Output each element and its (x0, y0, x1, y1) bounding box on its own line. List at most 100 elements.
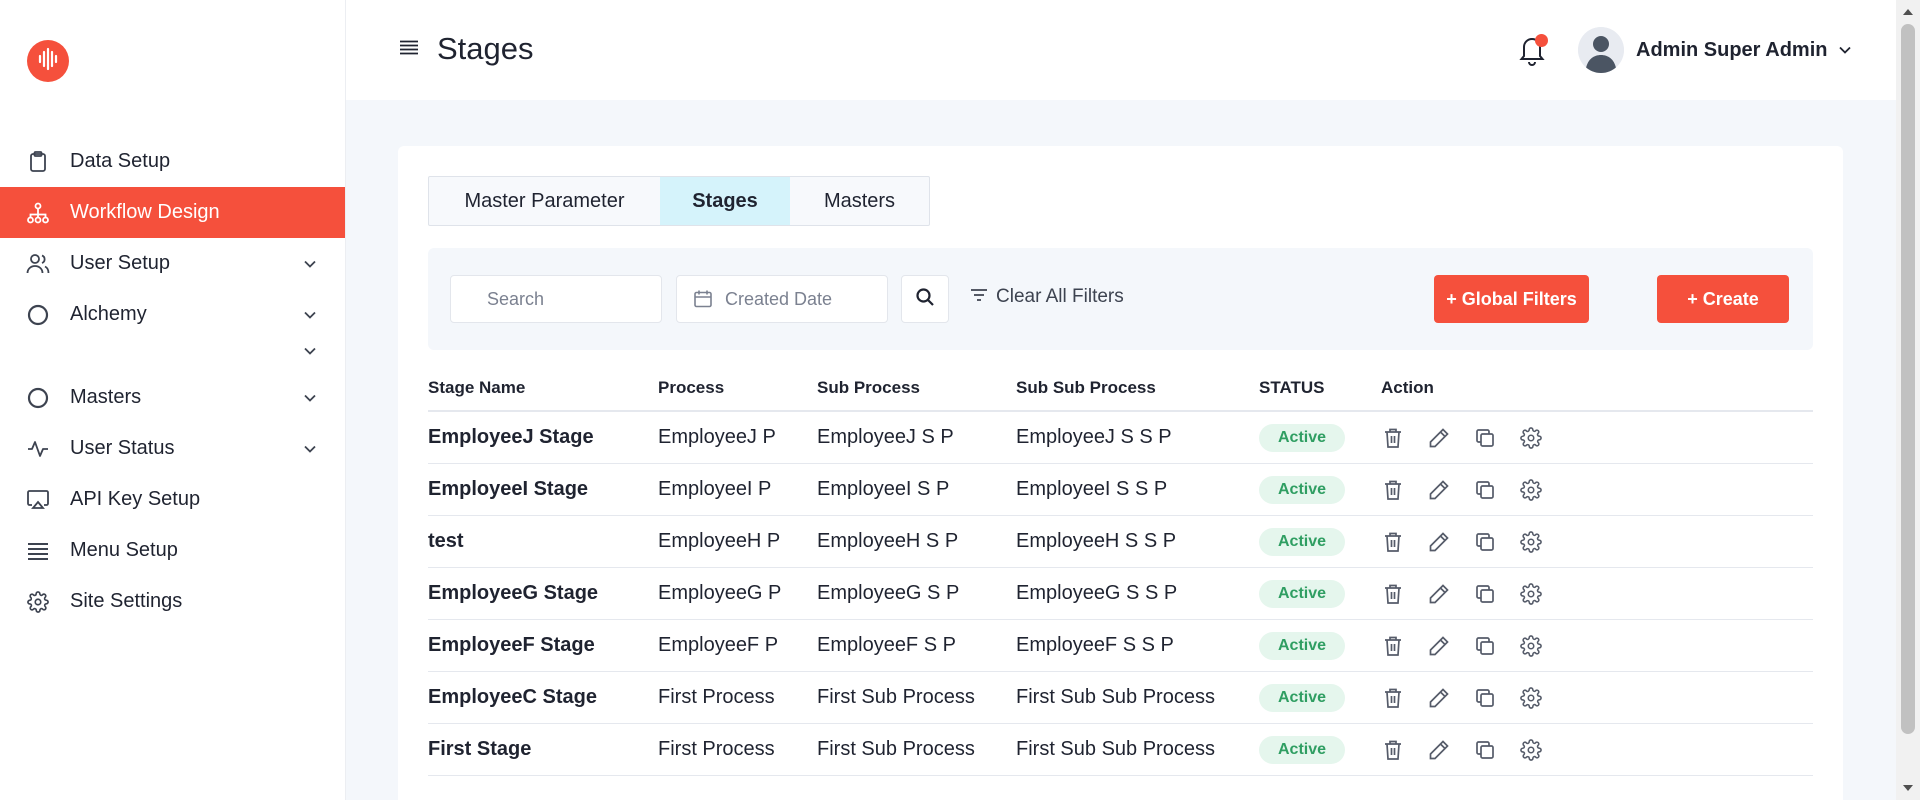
sub-sub-process-cell: EmployeeI S S P (1016, 478, 1168, 500)
trash-icon (1385, 740, 1401, 760)
duplicate-button[interactable] (1473, 530, 1497, 554)
sidebar-submenu-toggle[interactable] (0, 340, 345, 372)
app-logo[interactable] (27, 40, 69, 82)
status-badge: Active (1259, 631, 1345, 660)
delete-button[interactable] (1381, 478, 1405, 502)
create-button[interactable]: + Create (1657, 275, 1789, 323)
edit-button[interactable] (1427, 530, 1451, 554)
notifications-button[interactable] (1518, 34, 1550, 68)
duplicate-button[interactable] (1473, 582, 1497, 606)
table-row[interactable]: test EmployeeH P EmployeeH S P EmployeeH… (428, 516, 1813, 568)
table-row[interactable]: EmployeeI Stage EmployeeI P EmployeeI S … (428, 464, 1813, 516)
column-header-sub-sub-process[interactable]: Sub Sub Process (1016, 378, 1259, 398)
settings-button[interactable] (1519, 738, 1543, 762)
table-row[interactable]: EmployeeJ Stage EmployeeJ P EmployeeJ S … (428, 412, 1813, 464)
status-cell: Active (1259, 683, 1381, 712)
search-button[interactable] (901, 275, 949, 323)
duplicate-button[interactable] (1473, 478, 1497, 502)
row-actions (1381, 530, 1813, 554)
scroll-down-arrow-icon[interactable] (1902, 782, 1914, 794)
column-header-process[interactable]: Process (658, 378, 817, 398)
status-cell: Active (1259, 579, 1381, 608)
sidebar: Data Setup Workflow Design User Setup Al… (0, 0, 346, 800)
chevron-down-icon (303, 257, 317, 271)
stage-name-cell: EmployeeI Stage (428, 478, 589, 500)
status-badge: Active (1259, 735, 1345, 764)
table-row[interactable]: First Stage First Process First Sub Proc… (428, 724, 1813, 776)
settings-button[interactable] (1519, 478, 1543, 502)
edit-button[interactable] (1427, 686, 1451, 710)
delete-button[interactable] (1381, 426, 1405, 450)
table-row[interactable]: EmployeeF Stage EmployeeF P EmployeeF S … (428, 620, 1813, 672)
column-header-sub-process[interactable]: Sub Process (817, 378, 1016, 398)
edit-button[interactable] (1427, 634, 1451, 658)
duplicate-button[interactable] (1473, 426, 1497, 450)
global-filters-button[interactable]: + Global Filters (1434, 275, 1589, 323)
delete-button[interactable] (1381, 582, 1405, 606)
sub-process-cell: EmployeeH S P (817, 530, 959, 552)
sidebar-item-user-status[interactable]: User Status (0, 423, 345, 474)
column-header-status[interactable]: STATUS (1259, 378, 1381, 398)
status-badge: Active (1259, 527, 1345, 556)
created-date-field[interactable]: Created Date (676, 275, 888, 323)
tab-masters[interactable]: Masters (790, 177, 929, 225)
table-row[interactable]: EmployeeG Stage EmployeeG P EmployeeG S … (428, 568, 1813, 620)
stage-name-cell: EmployeeJ Stage (428, 426, 594, 448)
edit-button[interactable] (1427, 582, 1451, 606)
sub-sub-process-cell: EmployeeF S S P (1016, 634, 1174, 656)
sub-process-cell: EmployeeJ S P (817, 426, 954, 448)
filter-bar: Created Date Clear All Filters + Global … (428, 248, 1813, 350)
settings-button[interactable] (1519, 634, 1543, 658)
status-badge: Active (1259, 475, 1345, 504)
pencil-icon (1429, 427, 1449, 447)
status-badge: Active (1259, 423, 1345, 452)
sidebar-item-alchemy[interactable]: Alchemy (0, 289, 345, 340)
settings-button[interactable] (1519, 582, 1543, 606)
sub-sub-process-cell: First Sub Sub Process (1016, 686, 1215, 708)
sidebar-item-data-setup[interactable]: Data Setup (0, 136, 345, 187)
edit-button[interactable] (1427, 738, 1451, 762)
clipboard-icon (26, 150, 50, 174)
sub-process-cell: EmployeeG S P (817, 582, 960, 604)
pencil-icon (1429, 635, 1449, 655)
status-cell: Active (1259, 735, 1381, 764)
sidebar-item-user-setup[interactable]: User Setup (0, 238, 345, 289)
activity-icon (26, 437, 50, 461)
table-body: EmployeeJ Stage EmployeeJ P EmployeeJ S … (428, 412, 1813, 776)
user-menu[interactable]: Admin Super Admin (1578, 27, 1853, 73)
sidebar-item-menu-setup[interactable]: Menu Setup (0, 525, 345, 576)
sidebar-item-api-key-setup[interactable]: API Key Setup (0, 474, 345, 525)
search-input[interactable] (450, 275, 662, 323)
clear-all-filters-button[interactable]: Clear All Filters (970, 286, 1124, 308)
duplicate-button[interactable] (1473, 738, 1497, 762)
column-header-stage-name[interactable]: Stage Name (428, 378, 658, 398)
duplicate-button[interactable] (1473, 634, 1497, 658)
trash-icon (1385, 480, 1401, 500)
delete-button[interactable] (1381, 686, 1405, 710)
tab-master-parameter[interactable]: Master Parameter (429, 177, 660, 225)
sidebar-item-label: Masters (70, 386, 142, 408)
page-scrollbar[interactable] (1896, 0, 1920, 800)
table-row[interactable]: EmployeeC Stage First Process First Sub … (428, 672, 1813, 724)
scroll-thumb[interactable] (1901, 24, 1915, 734)
edit-button[interactable] (1427, 478, 1451, 502)
tab-stages[interactable]: Stages (660, 177, 790, 225)
duplicate-button[interactable] (1473, 686, 1497, 710)
sidebar-item-site-settings[interactable]: Site Settings (0, 576, 345, 627)
delete-button[interactable] (1381, 738, 1405, 762)
hamburger-icon[interactable] (399, 40, 421, 60)
trash-icon (1385, 428, 1401, 448)
settings-button[interactable] (1519, 530, 1543, 554)
calendar-icon (693, 289, 713, 309)
delete-button[interactable] (1381, 530, 1405, 554)
edit-button[interactable] (1427, 426, 1451, 450)
gear-icon (1520, 426, 1542, 449)
stage-name-cell: test (428, 530, 464, 552)
sidebar-item-masters[interactable]: Masters (0, 372, 345, 423)
sidebar-item-workflow-design[interactable]: Workflow Design (0, 187, 345, 238)
delete-button[interactable] (1381, 634, 1405, 658)
scroll-up-arrow-icon[interactable] (1902, 6, 1914, 18)
settings-button[interactable] (1519, 426, 1543, 450)
settings-button[interactable] (1519, 686, 1543, 710)
copy-icon (1476, 636, 1494, 655)
